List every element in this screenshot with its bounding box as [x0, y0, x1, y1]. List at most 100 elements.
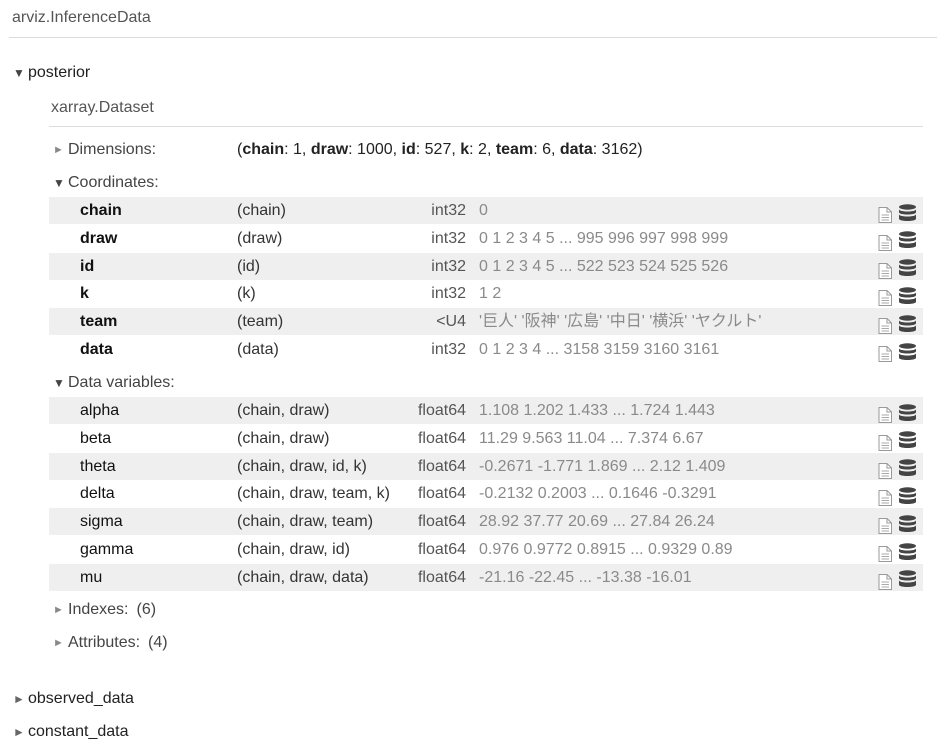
group-constant-data-toggle[interactable]: ► constant_data — [13, 721, 129, 743]
variable-dtype: float64 — [417, 541, 466, 558]
group-observed-data-label: observed_data — [28, 690, 134, 707]
variable-dims: (draw) — [237, 229, 283, 247]
variable-dtype: float64 — [417, 568, 466, 586]
variable-preview: -21.16 -22.45 ... -13.38 -16.01 — [479, 568, 692, 586]
row-icons — [878, 336, 917, 363]
coordinate-row-team: team (team) <U4 '巨人' '阪神' '広島' '中日' '横浜' 'ヤ… — [49, 308, 923, 336]
section-data-variables-toggle[interactable]: ▼ Data variables: — [53, 372, 175, 394]
title-divider — [9, 37, 937, 38]
row-icons — [878, 197, 917, 224]
file-text-icon[interactable] — [878, 405, 892, 423]
section-indexes-toggle[interactable]: ► Indexes: (6) — [53, 599, 156, 621]
section-attributes-toggle[interactable]: ► Attributes: (4) — [53, 632, 168, 654]
variable-dims: (k) — [237, 285, 256, 303]
database-icon[interactable] — [898, 570, 917, 588]
variable-name: gamma — [80, 541, 134, 558]
dimension-name: team — [495, 141, 534, 158]
file-text-icon[interactable] — [878, 288, 892, 307]
section-attributes-label: Attributes: — [68, 634, 141, 651]
collapsed-triangle-icon: ► — [13, 725, 25, 739]
variable-dtype: int32 — [431, 229, 466, 247]
section-data-variables-label: Data variables: — [68, 374, 175, 391]
coordinate-row-id: id (id) int32 0 1 2 3 4 5 ... 522 523 524 5… — [49, 252, 923, 280]
dataset-title: xarray.Dataset — [51, 99, 154, 116]
collapsed-triangle-icon: ► — [53, 637, 64, 649]
database-icon[interactable] — [898, 314, 917, 333]
variable-name: theta — [80, 457, 116, 475]
variable-name: k — [80, 285, 89, 303]
variable-dims: (chain, draw, id, k) — [237, 457, 367, 475]
variable-name: chain — [80, 202, 122, 219]
data-variable-row-delta: delta (chain, draw, team, k) float64 -0.213… — [49, 480, 923, 507]
section-coordinates-toggle[interactable]: ▼ Coordinates: — [53, 172, 159, 194]
dimensions-summary: (chain: 1, draw: 1000, id: 527, k: 2, te… — [237, 141, 643, 158]
variable-dims: (chain, draw, team, k) — [237, 485, 390, 503]
variable-dims: (team) — [237, 313, 284, 331]
variable-preview: 0 1 2 3 4 5 ... 522 523 524 525 526 — [479, 257, 729, 275]
file-text-icon[interactable] — [878, 488, 892, 507]
dimension-name: id — [401, 141, 416, 158]
database-icon[interactable] — [898, 231, 917, 249]
database-icon[interactable] — [898, 287, 917, 305]
variable-preview: -0.2132 0.2003 ... 0.1646 -0.3291 — [479, 485, 717, 503]
coordinate-row-chain: chain (chain) int32 0 — [49, 197, 923, 224]
variable-dtype: int32 — [431, 341, 466, 358]
dimension-name: k — [460, 141, 470, 158]
file-text-icon[interactable] — [878, 316, 892, 335]
dataset-divider — [49, 126, 923, 127]
variable-preview: -0.2671 -1.771 1.869 ... 2.12 1.409 — [479, 457, 726, 475]
database-icon[interactable] — [898, 459, 917, 477]
section-indexes-label: Indexes: — [68, 601, 129, 618]
variable-dtype: int32 — [431, 257, 466, 275]
dimension-size: 2 — [478, 141, 487, 158]
file-text-icon[interactable] — [878, 233, 892, 251]
file-text-icon[interactable] — [878, 544, 892, 562]
variable-dims: (data) — [237, 341, 279, 358]
database-icon[interactable] — [898, 514, 917, 533]
database-icon[interactable] — [898, 403, 917, 422]
dimension-name: data — [559, 141, 593, 158]
row-icons — [878, 536, 917, 563]
variable-name: draw — [80, 229, 118, 247]
expanded-triangle-icon: ▼ — [53, 376, 65, 390]
group-observed-data-toggle[interactable]: ► observed_data — [13, 688, 134, 710]
database-icon[interactable] — [898, 203, 917, 222]
inference-data-title: arviz.InferenceData — [12, 9, 151, 26]
variable-preview: 0 — [479, 202, 488, 219]
row-icons — [878, 397, 917, 424]
row-icons — [878, 453, 917, 480]
variable-name: id — [80, 257, 95, 275]
variable-dtype: <U4 — [436, 313, 466, 331]
row-icons — [878, 308, 917, 335]
indexes-count: (6) — [136, 601, 157, 618]
row-icons — [878, 280, 917, 307]
database-icon[interactable] — [898, 542, 917, 561]
variable-dtype: int32 — [431, 202, 466, 219]
dimension-name: chain — [242, 141, 285, 158]
dimension-name: draw — [310, 141, 349, 158]
database-icon[interactable] — [898, 259, 917, 277]
file-text-icon[interactable] — [878, 344, 892, 362]
row-icons — [878, 564, 917, 591]
file-text-icon[interactable] — [878, 461, 892, 479]
variable-dtype: float64 — [417, 429, 466, 447]
file-text-icon[interactable] — [878, 572, 892, 590]
database-icon[interactable] — [898, 342, 917, 361]
database-icon[interactable] — [898, 487, 917, 505]
file-text-icon[interactable] — [878, 261, 892, 279]
file-text-icon[interactable] — [878, 433, 892, 451]
variable-preview: 0.976 0.9772 0.8915 ... 0.9329 0.89 — [479, 541, 733, 558]
variable-dtype: float64 — [417, 485, 466, 503]
collapsed-triangle-icon: ► — [53, 604, 64, 616]
row-icons — [878, 480, 917, 507]
file-text-icon[interactable] — [878, 205, 892, 223]
group-posterior-toggle[interactable]: ▼ posterior — [13, 62, 90, 84]
variable-preview: 28.92 37.77 20.69 ... 27.84 26.24 — [479, 513, 715, 531]
variable-dtype: float64 — [417, 402, 466, 419]
database-icon[interactable] — [898, 431, 917, 449]
section-dimensions-label: Dimensions: — [68, 141, 157, 158]
section-dimensions-toggle[interactable]: ► Dimensions: — [53, 139, 156, 161]
row-icons — [878, 508, 917, 535]
file-text-icon[interactable] — [878, 516, 892, 535]
variable-name: beta — [80, 429, 112, 447]
